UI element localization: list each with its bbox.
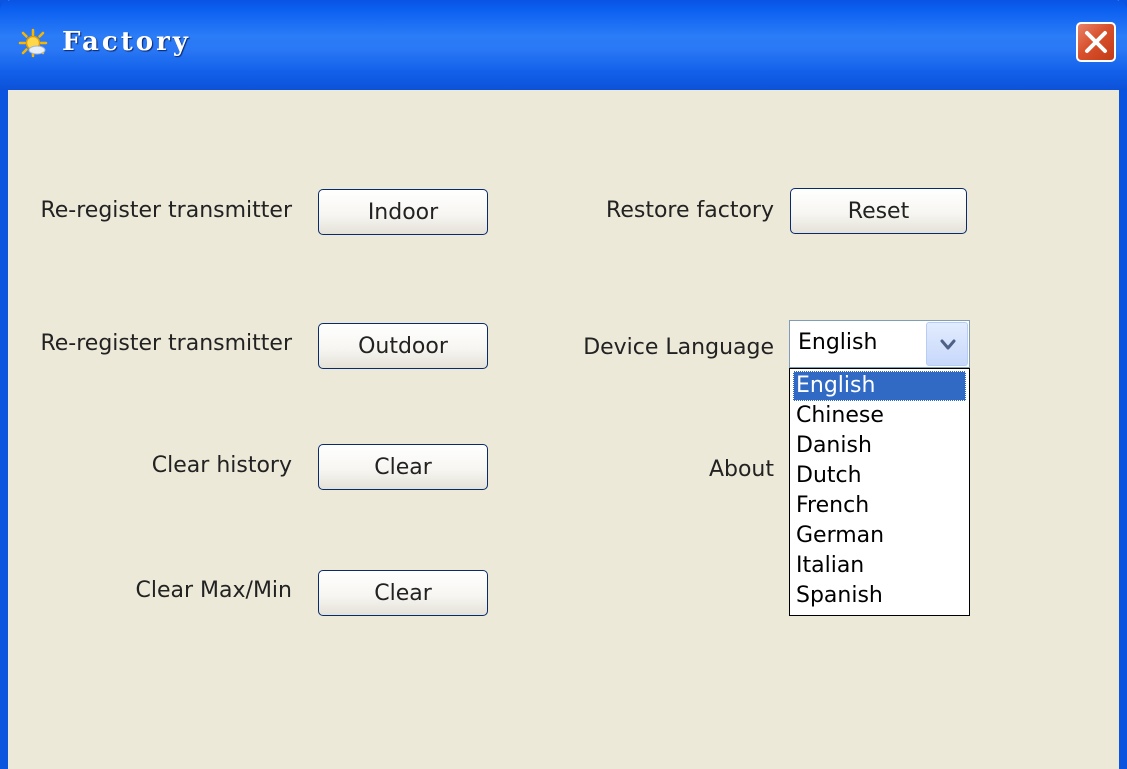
- language-option-chinese[interactable]: Chinese: [793, 401, 966, 431]
- language-dropdown-list: English Chinese Danish Dutch French Germ…: [789, 368, 970, 616]
- close-button[interactable]: [1076, 22, 1116, 62]
- language-select-value: English: [798, 330, 878, 355]
- language-option-danish[interactable]: Danish: [793, 431, 966, 461]
- reregister-outdoor-label: Re-register transmitter: [40, 331, 292, 356]
- outdoor-button[interactable]: Outdoor: [318, 323, 488, 369]
- reregister-indoor-label: Re-register transmitter: [40, 198, 292, 223]
- language-select[interactable]: English: [789, 320, 970, 368]
- sun-icon: [18, 28, 48, 58]
- clear-maxmin-button[interactable]: Clear: [318, 570, 488, 616]
- clear-history-button[interactable]: Clear: [318, 444, 488, 490]
- title-bar[interactable]: Factory: [0, 0, 1127, 90]
- close-icon: [1085, 31, 1107, 53]
- about-label: About: [708, 457, 774, 482]
- restore-factory-label: Restore factory: [606, 198, 774, 223]
- dropdown-button[interactable]: [926, 322, 968, 366]
- indoor-button[interactable]: Indoor: [318, 189, 488, 235]
- language-option-italian[interactable]: Italian: [793, 551, 966, 581]
- language-option-english[interactable]: English: [793, 371, 966, 401]
- window-title: Factory: [62, 27, 191, 57]
- factory-window: Factory Re-register transmitter Indoor R…: [0, 0, 1127, 769]
- reset-button[interactable]: Reset: [790, 188, 967, 234]
- language-option-french[interactable]: French: [793, 491, 966, 521]
- language-option-dutch[interactable]: Dutch: [793, 461, 966, 491]
- chevron-down-icon: [940, 339, 956, 350]
- language-option-german[interactable]: German: [793, 521, 966, 551]
- clear-history-label: Clear history: [151, 453, 292, 478]
- language-option-spanish[interactable]: Spanish: [793, 581, 966, 611]
- clear-maxmin-label: Clear Max/Min: [135, 578, 292, 603]
- device-language-label: Device Language: [583, 335, 774, 360]
